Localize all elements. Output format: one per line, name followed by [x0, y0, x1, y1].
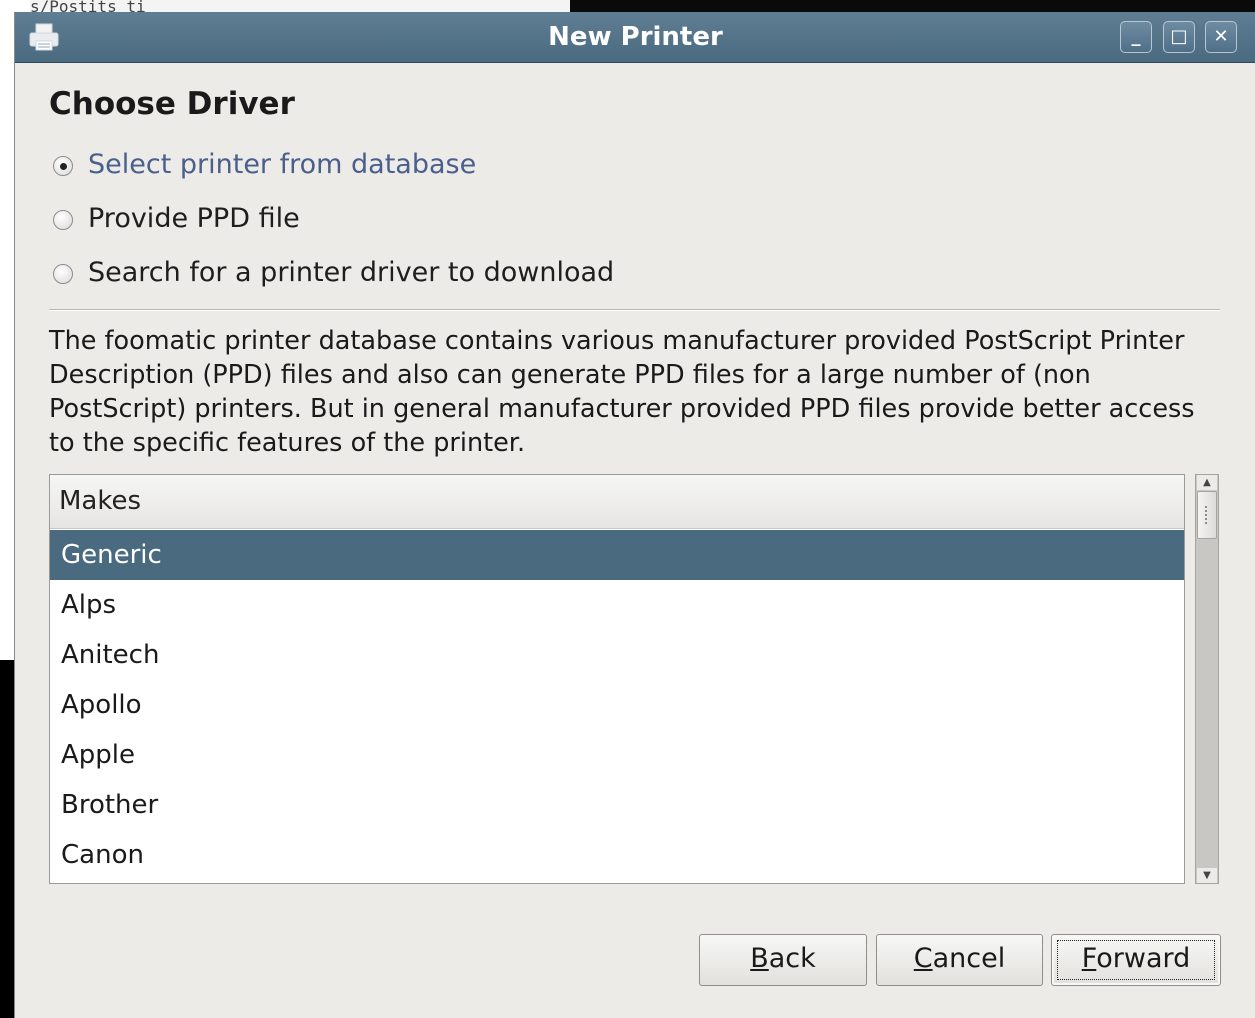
- minimize-icon: _: [1131, 26, 1141, 47]
- cancel-mnemonic: C: [913, 943, 933, 974]
- description-text: The foomatic printer database contains v…: [49, 326, 1195, 458]
- scrollbar-thumb[interactable]: [1197, 491, 1217, 539]
- page-title: Choose Driver: [49, 86, 295, 122]
- close-icon: ✕: [1213, 26, 1229, 47]
- title-bar[interactable]: New Printer _ □ ✕: [15, 12, 1255, 63]
- focus-ring: [1057, 940, 1215, 980]
- list-item[interactable]: Brother: [50, 780, 1184, 830]
- back-label: ack: [768, 943, 816, 974]
- back-mnemonic: B: [750, 943, 769, 974]
- separator: [49, 309, 1220, 311]
- list-item[interactable]: Generic: [50, 530, 1184, 580]
- makes-list[interactable]: Makes Generic Alps Anitech Apollo Apple …: [49, 474, 1185, 884]
- list-item[interactable]: Canon: [50, 830, 1184, 880]
- window-title: New Printer: [548, 22, 723, 52]
- forward-button[interactable]: Forward: [1051, 934, 1221, 986]
- close-button[interactable]: ✕: [1205, 21, 1237, 53]
- scroll-down-arrow-icon[interactable]: ▼: [1197, 868, 1217, 883]
- vertical-scrollbar[interactable]: ▲ ▼: [1195, 474, 1219, 884]
- minimize-button[interactable]: _: [1120, 21, 1152, 53]
- background-window-text: s/Postits ti: [30, 0, 570, 12]
- new-printer-dialog: New Printer _ □ ✕ Choose Driver Select p…: [14, 12, 1255, 1018]
- scroll-up-arrow-icon[interactable]: ▲: [1197, 475, 1217, 490]
- maximize-icon: □: [1170, 26, 1188, 47]
- list-item[interactable]: Anitech: [50, 630, 1184, 680]
- cancel-button[interactable]: Cancel: [876, 934, 1043, 986]
- list-item[interactable]: Apple: [50, 730, 1184, 780]
- radio-button-checked[interactable]: [53, 156, 73, 176]
- radio-button[interactable]: [53, 264, 73, 284]
- column-header-label: Makes: [59, 486, 142, 516]
- grip-icon: [1205, 506, 1211, 524]
- list-item[interactable]: Apollo: [50, 680, 1184, 730]
- list-item[interactable]: Alps: [50, 580, 1184, 630]
- option-label[interactable]: Provide PPD file: [88, 203, 300, 234]
- makes-rows: Generic Alps Anitech Apollo Apple Brothe…: [50, 530, 1184, 880]
- cancel-label: ancel: [932, 943, 1006, 974]
- option-label[interactable]: Search for a printer driver to download: [88, 257, 614, 288]
- background-dark-strip: [570, 0, 1255, 12]
- back-button[interactable]: Back: [699, 934, 867, 986]
- maximize-button[interactable]: □: [1163, 21, 1195, 53]
- option-label[interactable]: Select printer from database: [88, 149, 476, 180]
- radio-button[interactable]: [53, 210, 73, 230]
- column-header-makes[interactable]: Makes: [50, 475, 1184, 529]
